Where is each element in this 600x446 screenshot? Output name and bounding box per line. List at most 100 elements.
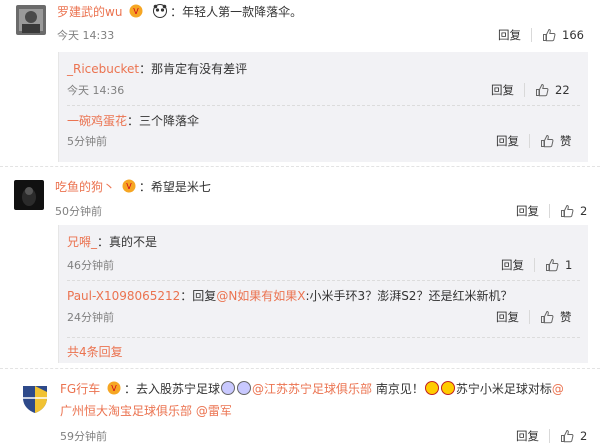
- timestamp: 5分钟前: [67, 135, 107, 148]
- action-separator: [534, 258, 535, 272]
- thumbs-up-icon[interactable]: [542, 28, 556, 42]
- comment-divider: [0, 368, 600, 369]
- thumbs-up-icon[interactable]: [560, 204, 574, 218]
- reply-button[interactable]: 回复: [498, 27, 521, 43]
- svg-text:V: V: [126, 182, 132, 191]
- reply-item: 兄嘚_：真的不是 46分钟前 回复 1: [59, 225, 588, 277]
- comment-body: 南京见！: [372, 382, 424, 396]
- thumbs-up-icon[interactable]: [540, 134, 554, 148]
- reply-body: :小米手环3？澎湃S2？还是红米新机？: [305, 289, 513, 303]
- mention-link[interactable]: @雷军: [196, 404, 232, 418]
- svg-text:V: V: [111, 384, 117, 393]
- reply-item: 一碗鸡蛋花：三个降落伞 5分钟前 回复 赞: [59, 108, 588, 160]
- timestamp: 今天 14:33: [57, 29, 115, 42]
- mention-link[interactable]: @: [552, 382, 564, 396]
- reply-body: ：三个降落伞: [127, 114, 200, 128]
- thumbs-up-icon[interactable]: [540, 310, 554, 324]
- reply-button[interactable]: 回复: [516, 203, 539, 219]
- mention-link[interactable]: @N如果有如果X: [216, 289, 305, 303]
- like-count[interactable]: 22: [555, 83, 570, 97]
- avatar[interactable]: [16, 5, 46, 35]
- club-link[interactable]: 广州恒大淘宝足球俱乐部: [60, 404, 192, 418]
- comment-body: 苏宁小米足球对标: [455, 382, 552, 396]
- comment-actions: 回复 166: [498, 27, 584, 43]
- emoji-icon: [221, 381, 236, 395]
- avatar[interactable]: [20, 384, 50, 414]
- laugh-emoji-icon: [424, 381, 439, 395]
- emoji-icon: [237, 381, 252, 395]
- reply-button[interactable]: 回复: [496, 133, 519, 149]
- reply-text: 一碗鸡蛋花：三个降落伞: [67, 113, 199, 129]
- mention-link[interactable]: @江苏苏宁足球俱乐部: [252, 382, 372, 396]
- like-count[interactable]: 2: [580, 429, 587, 443]
- thumbs-up-icon[interactable]: [535, 83, 549, 97]
- reply-text: 兄嘚_：真的不是: [67, 234, 157, 250]
- divider: [67, 337, 580, 338]
- divider: [67, 105, 580, 106]
- comment-body: ：年轻人第一款降落伞。: [170, 5, 303, 19]
- vip-badge-icon: V: [128, 4, 144, 18]
- like-button[interactable]: 赞: [560, 309, 572, 325]
- like-button[interactable]: 赞: [560, 133, 572, 149]
- reply-box: 兄嘚_：真的不是 46分钟前 回复 1 Paul-X1098065212：回复@…: [58, 225, 588, 363]
- reply-actions: 回复 赞: [496, 133, 572, 149]
- action-separator: [549, 204, 550, 218]
- thumbs-up-icon[interactable]: [545, 258, 559, 272]
- reply-text: _Ricebucket：那肯定有没有差评: [67, 61, 247, 77]
- more-replies-link[interactable]: 共4条回复: [67, 344, 123, 360]
- like-count[interactable]: 166: [562, 28, 584, 42]
- reply-actions: 回复 1: [501, 257, 572, 273]
- laugh-emoji-icon: [440, 381, 455, 395]
- reply-button[interactable]: 回复: [516, 428, 539, 444]
- thumbs-up-icon[interactable]: [560, 429, 574, 443]
- user-name[interactable]: 罗建武的wu: [57, 5, 122, 19]
- reply-text: Paul-X1098065212：回复@N如果有如果X:小米手环3？澎湃S2？还…: [67, 288, 512, 304]
- comment-body: ：希望是米七: [138, 180, 211, 194]
- action-separator: [531, 28, 532, 42]
- reply-item: _Ricebucket：那肯定有没有差评 今天 14:36 回复 22: [59, 52, 588, 104]
- reply-body: ：那肯定有没有差评: [139, 62, 248, 76]
- action-separator: [524, 83, 525, 97]
- comment-text: 罗建武的wu V ：年轻人第一款降落伞。: [57, 4, 302, 20]
- comment-body: ：去入股苏宁足球: [124, 382, 221, 396]
- comment-divider: [0, 166, 600, 167]
- comment-actions: 回复 2: [516, 428, 587, 444]
- avatar[interactable]: [14, 180, 44, 210]
- reply-actions: 回复 赞: [496, 309, 572, 325]
- comment-text: 吃鱼的狗丶 V ：希望是米七: [55, 179, 211, 195]
- comment-1: 罗建武的wu V ：年轻人第一款降落伞。 今天 14:33 回复 166 _Ri…: [0, 0, 600, 170]
- timestamp: 59分钟前: [60, 430, 107, 443]
- reply-button[interactable]: 回复: [491, 82, 514, 98]
- vip-badge-icon: V: [106, 381, 122, 395]
- timestamp: 50分钟前: [55, 205, 102, 218]
- timestamp: 今天 14:36: [67, 84, 125, 97]
- user-name[interactable]: 吃鱼的狗丶: [55, 180, 115, 194]
- reply-item: Paul-X1098065212：回复@N如果有如果X:小米手环3？澎湃S2？还…: [59, 283, 588, 335]
- action-separator: [549, 429, 550, 443]
- comment-text: FG行车 V ：去入股苏宁足球 @江苏苏宁足球俱乐部 南京见！ 苏宁小米足球对标@: [60, 381, 564, 397]
- user-name[interactable]: _Ricebucket: [67, 62, 139, 76]
- user-name[interactable]: Paul-X1098065212: [67, 289, 180, 303]
- vip-badge-icon: V: [121, 179, 137, 193]
- timestamp: 46分钟前: [67, 259, 114, 272]
- comment-2: 吃鱼的狗丶 V ：希望是米七 50分钟前 回复 2 兄嘚_：真的不是 46分钟前…: [0, 170, 600, 370]
- reply-button[interactable]: 回复: [501, 257, 524, 273]
- reply-actions: 回复 22: [491, 82, 570, 98]
- reply-button[interactable]: 回复: [496, 309, 519, 325]
- reply-box: _Ricebucket：那肯定有没有差评 今天 14:36 回复 22 一碗鸡蛋…: [58, 52, 588, 162]
- like-count[interactable]: 2: [580, 204, 587, 218]
- divider: [67, 280, 580, 281]
- user-name[interactable]: 兄嘚_: [67, 235, 97, 249]
- like-count[interactable]: 1: [565, 258, 572, 272]
- comment-actions: 回复 2: [516, 203, 587, 219]
- action-separator: [529, 310, 530, 324]
- svg-text:V: V: [134, 7, 140, 16]
- reply-body: ：真的不是: [97, 235, 158, 249]
- reply-body-prefix: ：回复: [180, 289, 217, 303]
- panda-icon: [152, 4, 168, 18]
- comment-text-line2: 广州恒大淘宝足球俱乐部 @雷军: [60, 403, 232, 419]
- comment-3: FG行车 V ：去入股苏宁足球 @江苏苏宁足球俱乐部 南京见！ 苏宁小米足球对标@ …: [0, 370, 600, 446]
- user-name[interactable]: 一碗鸡蛋花: [67, 114, 127, 128]
- timestamp: 24分钟前: [67, 311, 114, 324]
- user-name[interactable]: FG行车: [60, 382, 100, 396]
